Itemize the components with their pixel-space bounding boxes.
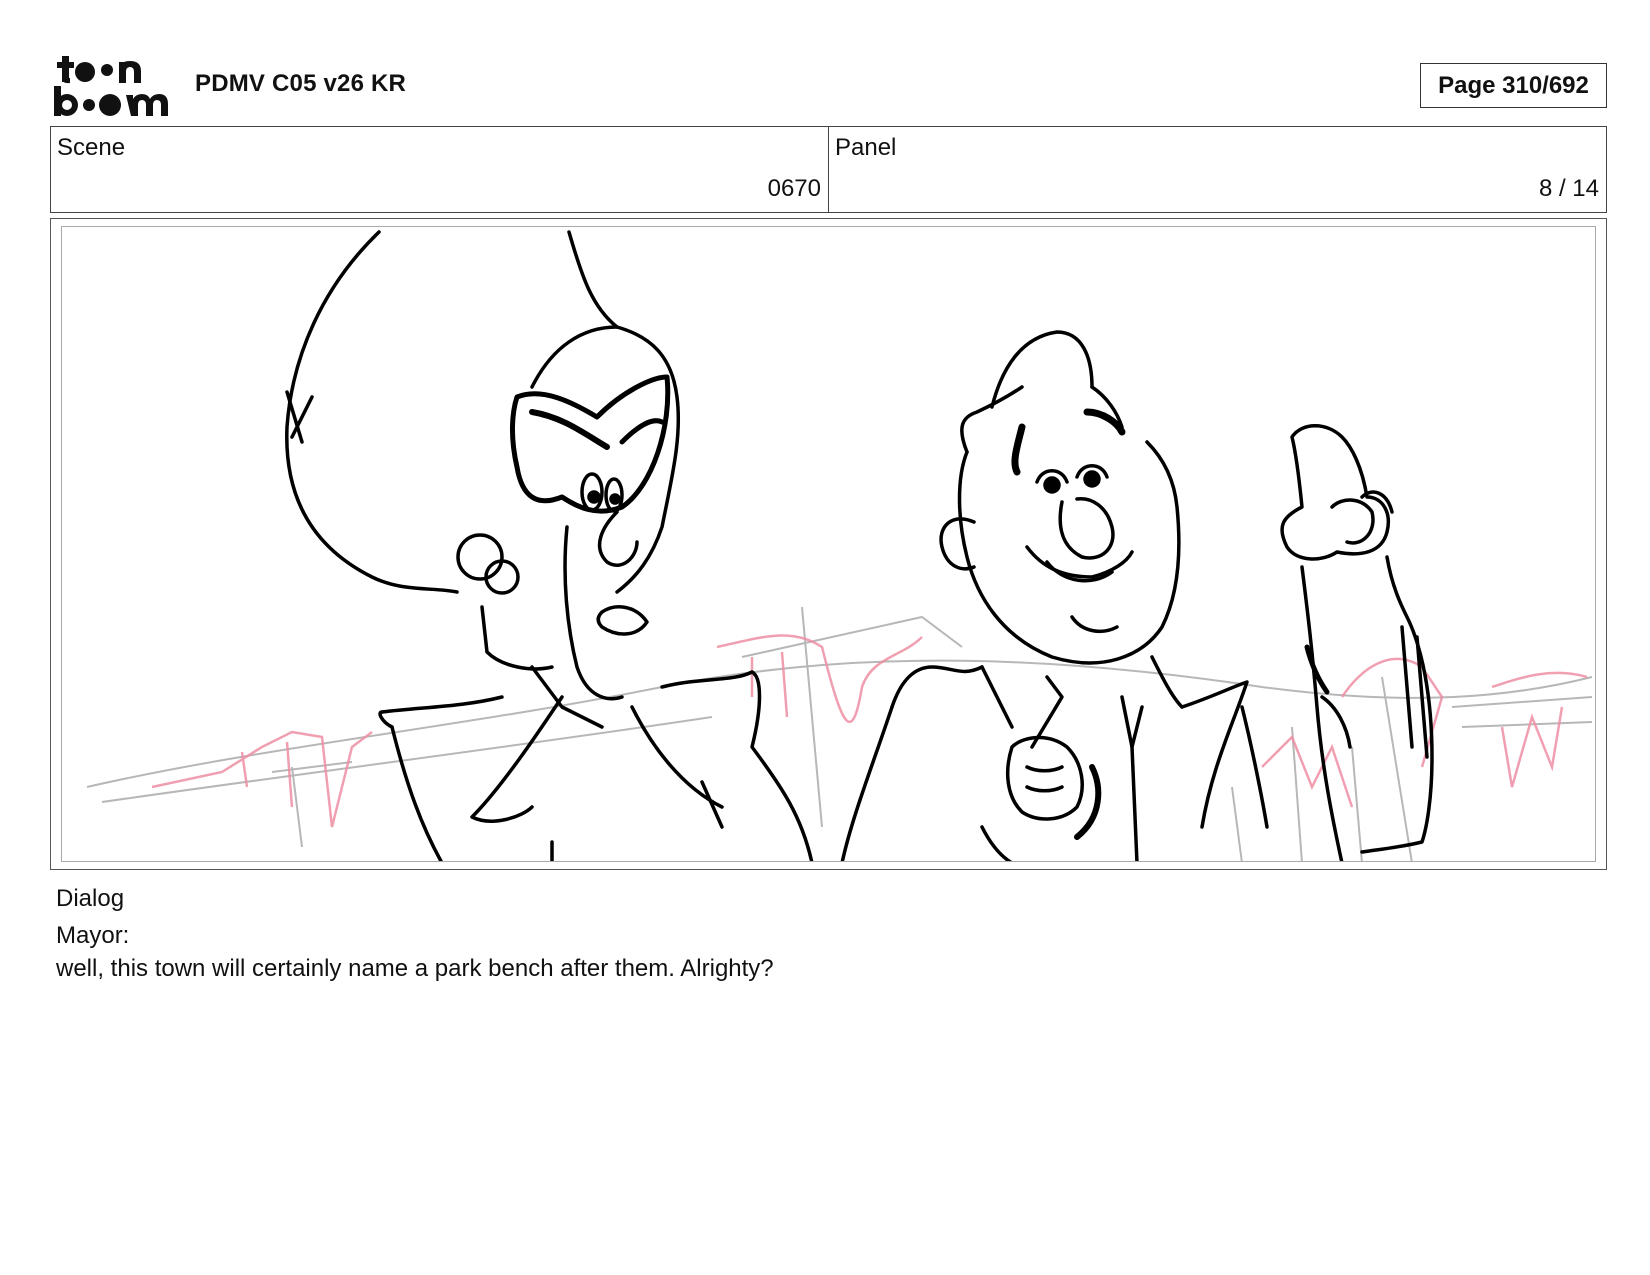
panel-value: 8 / 14	[1538, 175, 1599, 202]
toonboom-logo-icon	[52, 52, 170, 118]
scene-panel-info: Scene 0670 Panel 8 / 14	[50, 126, 1607, 213]
scene-label: Scene	[57, 134, 126, 161]
panel-cell: Panel 8 / 14	[828, 127, 1606, 212]
dialog-label: Dialog	[56, 885, 125, 912]
storyboard-sketch-image	[61, 226, 1596, 862]
page-number-badge: Page 310/692	[1420, 63, 1607, 108]
storyboard-panel-frame	[50, 218, 1607, 870]
panel-label: Panel	[835, 134, 897, 161]
document-title: PDMV C05 v26 KR	[195, 70, 407, 97]
scene-cell: Scene 0670	[51, 127, 828, 212]
dialog-speaker: Mayor:	[56, 922, 130, 949]
dialog-line: well, this town will certainly name a pa…	[56, 955, 774, 982]
scene-value: 0670	[767, 175, 821, 202]
